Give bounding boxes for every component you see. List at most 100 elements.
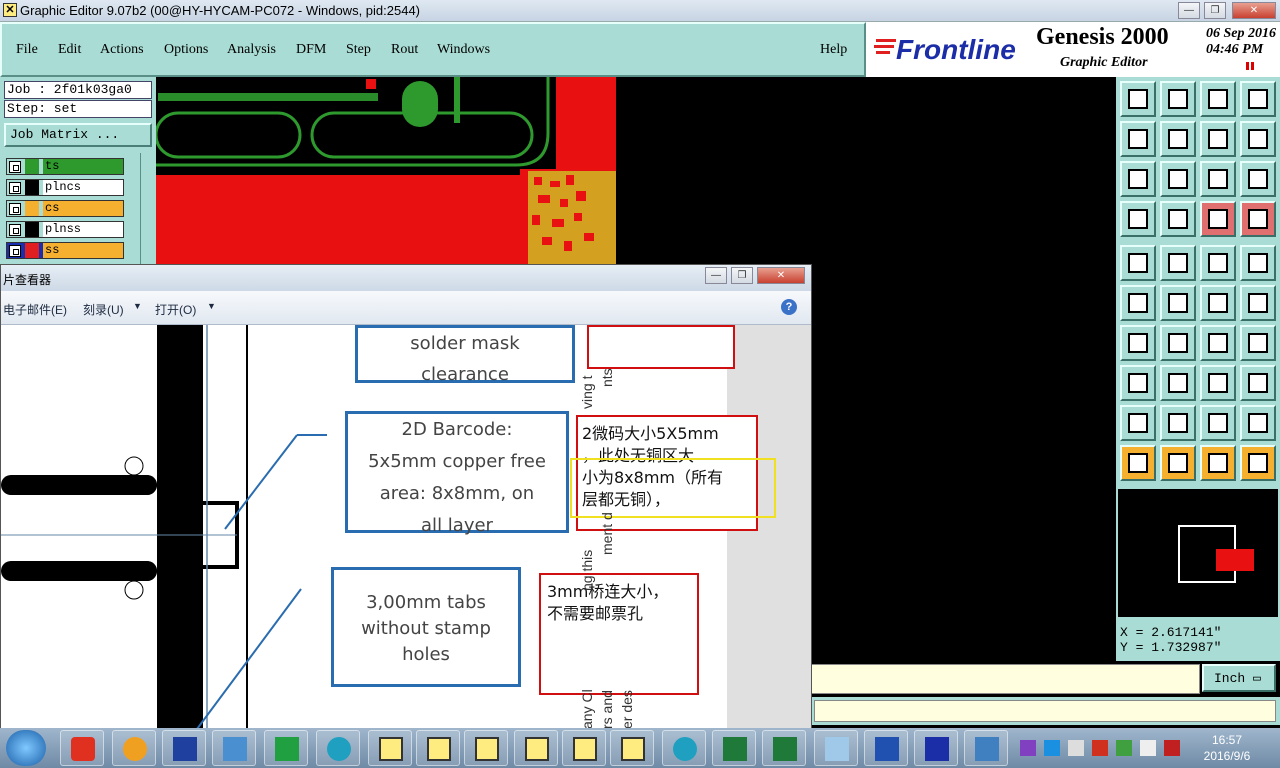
taskbar-app-window[interactable] bbox=[814, 730, 858, 766]
taskbar-app-x5[interactable] bbox=[562, 730, 606, 766]
taskbar-clock[interactable]: 16:57 2016/9/6 bbox=[1192, 732, 1262, 764]
taskbar-app-word[interactable] bbox=[864, 730, 908, 766]
taskbar-app-notes[interactable] bbox=[212, 730, 256, 766]
maximize-button[interactable]: ❐ bbox=[1204, 2, 1226, 19]
tool-triangle-button[interactable] bbox=[1120, 405, 1156, 441]
close-button[interactable]: ✕ bbox=[1232, 2, 1276, 19]
taskbar-app-eye2[interactable] bbox=[662, 730, 706, 766]
tool-arch-button[interactable] bbox=[1200, 405, 1236, 441]
tool-left-button[interactable] bbox=[1120, 121, 1156, 157]
taskbar-app-p[interactable] bbox=[264, 730, 308, 766]
menu-dfm[interactable]: DFM bbox=[296, 42, 326, 58]
menu-windows[interactable]: Windows bbox=[437, 42, 490, 58]
taskbar-app-x4[interactable] bbox=[514, 730, 558, 766]
tool-query-button[interactable] bbox=[1240, 161, 1276, 197]
tool-shape-button[interactable] bbox=[1160, 245, 1196, 281]
taskbar-app-x1[interactable] bbox=[368, 730, 412, 766]
tray-f-icon[interactable] bbox=[1044, 740, 1060, 756]
graphics-canvas[interactable] bbox=[156, 77, 1116, 267]
tool-scale-button[interactable] bbox=[1200, 161, 1236, 197]
tool-zoom-home-button[interactable] bbox=[1120, 81, 1156, 117]
tool-net-button[interactable] bbox=[1200, 201, 1236, 237]
taskbar-app-viewer[interactable] bbox=[964, 730, 1008, 766]
menu-analysis[interactable]: Analysis bbox=[227, 42, 276, 58]
tool-arch2-button[interactable] bbox=[1240, 405, 1276, 441]
menu-step[interactable]: Step bbox=[346, 42, 371, 58]
layer-checkbox[interactable] bbox=[9, 245, 21, 257]
tool-slash-button[interactable] bbox=[1160, 325, 1196, 361]
menu-options[interactable]: Options bbox=[164, 42, 208, 58]
layer-checkbox[interactable] bbox=[9, 224, 21, 236]
tool-pointer-button[interactable] bbox=[1120, 445, 1156, 481]
tool-dash-button[interactable] bbox=[1160, 365, 1196, 401]
tool-surface-button[interactable] bbox=[1120, 365, 1156, 401]
taskbar-app-save[interactable] bbox=[162, 730, 206, 766]
tool-right-button[interactable] bbox=[1160, 121, 1196, 157]
tray-security-icon[interactable] bbox=[1092, 740, 1108, 756]
command-line[interactable] bbox=[810, 664, 1200, 694]
taskbar-app-shell[interactable] bbox=[112, 730, 156, 766]
tool-grid-button[interactable] bbox=[1160, 201, 1196, 237]
layer-checkbox[interactable] bbox=[9, 182, 21, 194]
tool-undo-button[interactable] bbox=[1200, 121, 1236, 157]
viewer-minimize-button[interactable]: — bbox=[705, 267, 727, 284]
tool-cross-button[interactable] bbox=[1160, 285, 1196, 321]
menu-edit[interactable]: Edit bbox=[58, 42, 81, 58]
taskbar-app-frontline[interactable] bbox=[914, 730, 958, 766]
layer-row-plnss[interactable]: plnss bbox=[6, 221, 124, 238]
tool-triangle2-button[interactable] bbox=[1160, 405, 1196, 441]
tool-window-button[interactable] bbox=[1240, 81, 1276, 117]
layer-row-ss[interactable]: ss bbox=[6, 242, 124, 259]
viewer-maximize-button[interactable]: ❐ bbox=[731, 267, 753, 284]
minimize-button[interactable]: — bbox=[1178, 2, 1200, 19]
layer-row-ts[interactable]: ts bbox=[6, 158, 124, 175]
tray-flag-icon[interactable] bbox=[1116, 740, 1132, 756]
taskbar-app-excel2[interactable] bbox=[762, 730, 806, 766]
units-selector[interactable]: Inch ▭ bbox=[1202, 664, 1276, 692]
burn-button[interactable]: 刻录(U) bbox=[83, 301, 124, 318]
tool-route-button[interactable] bbox=[1240, 445, 1276, 481]
overview-map[interactable] bbox=[1116, 487, 1280, 619]
tool-text-button[interactable] bbox=[1240, 325, 1276, 361]
tool-connect2-button[interactable] bbox=[1240, 285, 1276, 321]
tool-pad-button[interactable] bbox=[1120, 245, 1156, 281]
viewer-close-button[interactable]: ✕ bbox=[757, 267, 805, 284]
layer-checkbox[interactable] bbox=[9, 203, 21, 215]
tray-network-icon[interactable] bbox=[1068, 740, 1084, 756]
tool-dimension-button[interactable] bbox=[1200, 365, 1236, 401]
tool-node-button[interactable] bbox=[1120, 285, 1156, 321]
tool-symbol-button[interactable] bbox=[1240, 365, 1276, 401]
taskbar-app-x6[interactable] bbox=[610, 730, 654, 766]
menu-file[interactable]: File bbox=[16, 42, 38, 58]
taskbar-app-excel1[interactable] bbox=[712, 730, 756, 766]
layer-row-cs[interactable]: cs bbox=[6, 200, 124, 217]
email-button[interactable]: 电子邮件(E) bbox=[3, 301, 67, 318]
taskbar-app-x3[interactable] bbox=[464, 730, 508, 766]
tray-vs-icon[interactable] bbox=[1020, 740, 1036, 756]
layer-row-plncs[interactable]: plncs bbox=[6, 179, 124, 196]
tool-pointer3-button[interactable] bbox=[1200, 445, 1236, 481]
menu-help[interactable]: Help bbox=[820, 42, 847, 58]
layer-scrollbar[interactable] bbox=[140, 153, 154, 267]
tool-down-button[interactable] bbox=[1160, 81, 1196, 117]
menu-actions[interactable]: Actions bbox=[100, 42, 144, 58]
taskbar-app-eye[interactable] bbox=[316, 730, 360, 766]
tool-line-button[interactable] bbox=[1120, 325, 1156, 361]
help-icon[interactable]: ? bbox=[781, 299, 797, 315]
tray-volume-icon[interactable] bbox=[1140, 740, 1156, 756]
taskbar-app-x2[interactable] bbox=[416, 730, 460, 766]
tool-arc-button[interactable] bbox=[1200, 325, 1236, 361]
menu-rout[interactable]: Rout bbox=[391, 42, 418, 58]
layer-checkbox[interactable] bbox=[9, 161, 21, 173]
tool-measure-button[interactable] bbox=[1120, 201, 1156, 237]
tool-ruler-button[interactable] bbox=[1200, 245, 1236, 281]
tool-redraw-button[interactable] bbox=[1240, 121, 1276, 157]
tool-home-button[interactable] bbox=[1200, 81, 1236, 117]
job-matrix-button[interactable]: Job Matrix ... bbox=[4, 123, 152, 147]
tool-net2-button[interactable] bbox=[1240, 201, 1276, 237]
tool-pointer2-button[interactable] bbox=[1160, 445, 1196, 481]
tool-circle-button[interactable] bbox=[1240, 245, 1276, 281]
taskbar-app-genesis[interactable] bbox=[60, 730, 104, 766]
open-button[interactable]: 打开(O) bbox=[155, 301, 196, 318]
tool-center-button[interactable] bbox=[1160, 161, 1196, 197]
